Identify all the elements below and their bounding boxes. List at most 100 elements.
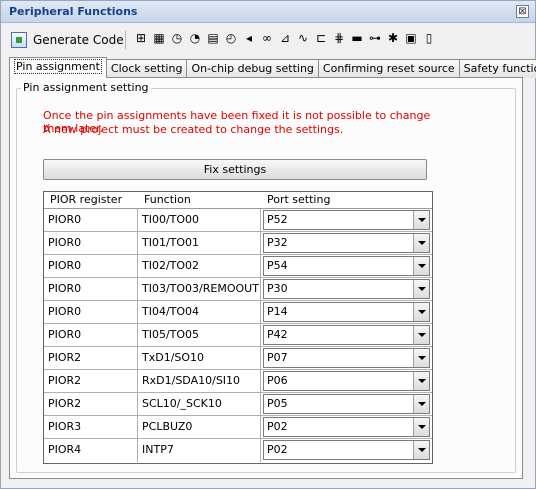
function-cell: TxD1/SO10 — [138, 347, 261, 369]
column-header-function[interactable]: Function — [138, 192, 261, 208]
port-setting-dropdown[interactable]: P07 — [263, 348, 430, 368]
chevron-down-icon[interactable] — [413, 303, 429, 321]
window-title: Peripheral Functions — [9, 5, 138, 18]
port-setting-dropdown[interactable]: P05 — [263, 394, 430, 414]
chevron-down-icon[interactable] — [413, 211, 429, 229]
link-icon[interactable]: ∞ — [259, 30, 275, 46]
toolbar-icons: ⊞ ▦ ◷ ◔ ▤ ◴ ◂ ∞ ⊿ ∿ ⊏ ⋕ ▬ ⊶ ✱ ▣ ▯ — [133, 30, 439, 46]
hierarchy-icon[interactable]: ⊞ — [133, 30, 149, 46]
port-setting-value: P06 — [267, 374, 288, 387]
port-setting-cell: P52 — [261, 209, 432, 231]
function-cell: TI03/TO03/REMOOUT — [138, 278, 261, 300]
star-icon[interactable]: ✱ — [385, 30, 401, 46]
chevron-down-icon[interactable] — [413, 234, 429, 252]
chip2-icon[interactable]: ▣ — [403, 30, 419, 46]
watchdog-icon[interactable]: ◔ — [187, 30, 203, 46]
port-setting-dropdown[interactable]: P54 — [263, 256, 430, 276]
close-icon[interactable]: ⊠ — [516, 5, 529, 18]
table-row: PIOR0 TI02/TO02 P54 — [44, 255, 432, 278]
pins-icon[interactable]: ⋕ — [331, 30, 347, 46]
chevron-down-icon[interactable] — [413, 395, 429, 413]
chevron-down-icon[interactable] — [413, 349, 429, 367]
tab-on-chip-debug-setting[interactable]: On-chip debug setting — [186, 59, 319, 78]
bar-icon[interactable]: ▬ — [349, 30, 365, 46]
function-cell: TI01/TO01 — [138, 232, 261, 254]
port-setting-dropdown[interactable]: P52 — [263, 210, 430, 230]
chip-icon[interactable]: ▦ — [151, 30, 167, 46]
timer-icon[interactable]: ◴ — [223, 30, 239, 46]
tab-safety-functions[interactable]: Safety functions — [458, 59, 536, 78]
port-setting-dropdown[interactable]: P02 — [263, 440, 430, 460]
column-header-pior-register[interactable]: PIOR register — [44, 192, 138, 208]
speaker-icon[interactable]: ◂ — [241, 30, 257, 46]
table-header: PIOR register Function Port setting — [44, 192, 432, 209]
table-body: PIOR0 TI00/TO00 P52 PIOR0 TI01/TO01 P32 PIOR0 T… — [44, 209, 432, 462]
warning-line-2: A new project must be created to change … — [43, 123, 344, 136]
pior-register-cell: PIOR0 — [44, 278, 138, 300]
chevron-down-icon[interactable] — [413, 372, 429, 390]
function-cell: INTP7 — [138, 439, 261, 462]
port-setting-value: P54 — [267, 259, 288, 272]
table-row: PIOR0 TI03/TO03/REMOOUT P30 — [44, 278, 432, 301]
column-header-port-setting[interactable]: Port setting — [261, 192, 432, 208]
wave-icon[interactable]: ∿ — [295, 30, 311, 46]
port-setting-cell: P30 — [261, 278, 432, 300]
port-setting-value: P02 — [267, 420, 288, 433]
network-icon[interactable]: ⊶ — [367, 30, 383, 46]
port-setting-cell: P07 — [261, 347, 432, 369]
group-title: Pin assignment setting — [21, 81, 151, 94]
dac-icon[interactable]: ⊿ — [277, 30, 293, 46]
battery-icon[interactable]: ▯ — [421, 30, 437, 46]
chevron-down-icon[interactable] — [413, 326, 429, 344]
function-cell: RxD1/SDA10/SI10 — [138, 370, 261, 392]
pin-assignment-table: PIOR register Function Port setting PIOR… — [43, 191, 433, 464]
chevron-down-icon[interactable] — [413, 257, 429, 275]
function-cell: TI00/TO00 — [138, 209, 261, 231]
pior-register-cell: PIOR0 — [44, 255, 138, 277]
connector-icon[interactable]: ⊏ — [313, 30, 329, 46]
port-setting-dropdown[interactable]: P14 — [263, 302, 430, 322]
pior-register-cell: PIOR0 — [44, 232, 138, 254]
chevron-down-icon[interactable] — [413, 441, 429, 459]
port-setting-value: P52 — [267, 213, 288, 226]
tab-label: Pin assignment — [14, 59, 102, 74]
peripheral-functions-window: Peripheral Functions ⊠ Generate Code ⊞ ▦ ◷… — [0, 0, 536, 489]
function-cell: TI04/TO04 — [138, 301, 261, 323]
tab-pin-assignment[interactable]: Pin assignment — [9, 57, 107, 78]
toolbar-separator — [125, 31, 126, 49]
clock-icon[interactable]: ◷ — [169, 30, 185, 46]
fix-settings-button[interactable]: Fix settings — [43, 159, 427, 180]
chevron-down-icon[interactable] — [413, 280, 429, 298]
table-row: PIOR0 TI05/TO05 P42 — [44, 324, 432, 347]
pior-register-cell: PIOR2 — [44, 393, 138, 415]
pior-register-cell: PIOR0 — [44, 324, 138, 346]
pior-register-cell: PIOR3 — [44, 416, 138, 438]
function-cell: TI02/TO02 — [138, 255, 261, 277]
port-setting-value: P30 — [267, 282, 288, 295]
tab-panel: Pin assignment setting Once the pin assi… — [9, 77, 523, 479]
port-setting-cell: P54 — [261, 255, 432, 277]
table-row: PIOR0 TI00/TO00 P52 — [44, 209, 432, 232]
port-setting-dropdown[interactable]: P42 — [263, 325, 430, 345]
pin-assignment-group: Pin assignment setting Once the pin assi… — [16, 81, 516, 473]
pior-register-cell: PIOR0 — [44, 301, 138, 323]
port-setting-dropdown[interactable]: P02 — [263, 417, 430, 437]
port-setting-dropdown[interactable]: P32 — [263, 233, 430, 253]
pior-register-cell: PIOR2 — [44, 347, 138, 369]
function-cell: TI05/TO05 — [138, 324, 261, 346]
port-setting-cell: P42 — [261, 324, 432, 346]
port-setting-cell: P05 — [261, 393, 432, 415]
table-row: PIOR4 INTP7 P02 — [44, 439, 432, 462]
port-setting-value: P05 — [267, 397, 288, 410]
tab-clock-setting[interactable]: Clock setting — [105, 59, 188, 78]
tab-confirming-reset-source[interactable]: Confirming reset source — [317, 59, 460, 78]
port-setting-dropdown[interactable]: P30 — [263, 279, 430, 299]
title-bar: Peripheral Functions ⊠ — [1, 1, 535, 23]
table-row: PIOR3 PCLBUZ0 P02 — [44, 416, 432, 439]
port-setting-cell: P06 — [261, 370, 432, 392]
port-setting-dropdown[interactable]: P06 — [263, 371, 430, 391]
chevron-down-icon[interactable] — [413, 418, 429, 436]
grid-icon[interactable]: ▤ — [205, 30, 221, 46]
table-row: PIOR0 TI04/TO04 P14 — [44, 301, 432, 324]
generate-code-button[interactable]: Generate Code — [11, 29, 124, 51]
